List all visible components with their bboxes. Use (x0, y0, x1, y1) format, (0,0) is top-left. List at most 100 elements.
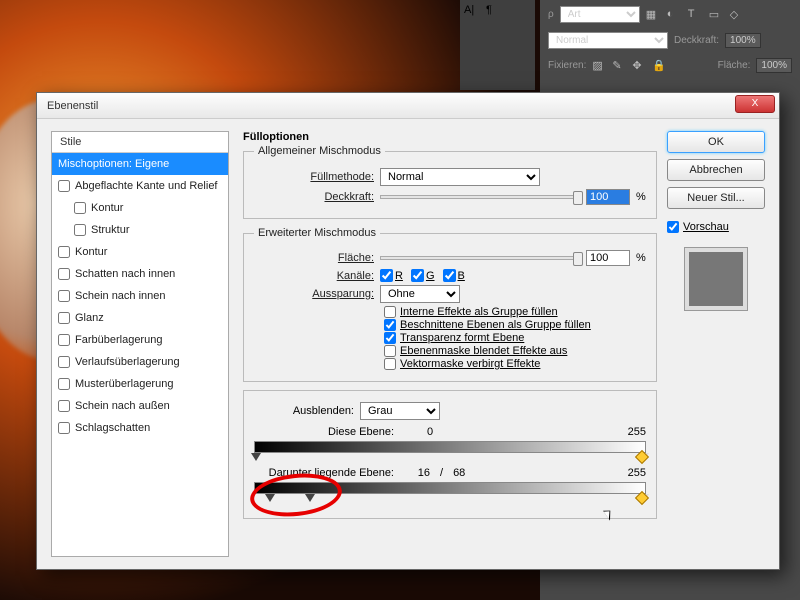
chk-layer-mask-hides[interactable]: Ebenenmaske blendet Effekte aus (384, 345, 646, 357)
chk-internal-effects[interactable]: Interne Effekte als Gruppe füllen (384, 306, 646, 318)
chk-clipped-layers[interactable]: Beschnittene Ebenen als Gruppe füllen (384, 319, 646, 331)
fill-opacity-slider[interactable] (380, 256, 580, 260)
filter-shape-icon[interactable]: ▭ (709, 8, 723, 22)
layer-style-dialog: Ebenenstil X Stile Mischoptionen: Eigene… (36, 92, 780, 570)
preview-checkbox[interactable]: Vorschau (667, 221, 765, 233)
style-checkbox[interactable] (58, 334, 70, 346)
opacity-input[interactable] (586, 189, 630, 205)
style-checkbox[interactable] (58, 400, 70, 412)
filter-smart-icon[interactable]: ◇ (730, 8, 744, 22)
cursor-icon (603, 507, 615, 520)
style-item[interactable]: Schatten nach innen (52, 263, 228, 285)
style-item[interactable]: Kontur (52, 197, 228, 219)
lock-position-icon[interactable]: ✥ (632, 59, 646, 73)
style-label: Abgeflachte Kante und Relief (75, 180, 218, 192)
close-button[interactable]: X (735, 95, 775, 113)
style-list: Stile Mischoptionen: Eigene Abgeflachte … (51, 131, 229, 557)
style-list-header[interactable]: Stile (52, 132, 228, 153)
style-item-blending-options[interactable]: Mischoptionen: Eigene (52, 153, 228, 175)
align-icon[interactable]: A| (464, 4, 484, 22)
advanced-blend-group: Erweiterter Mischmodus Fläche: % Kanäle:… (243, 227, 657, 382)
blend-mode-dropdown[interactable]: Normal (380, 168, 540, 186)
fill-options-title: Fülloptionen (243, 131, 657, 143)
lock-label: Fixieren: (548, 60, 586, 71)
channel-b[interactable]: B (443, 269, 465, 282)
style-item[interactable]: Schein nach innen (52, 285, 228, 307)
filter-adjust-icon[interactable]: ◐ (667, 8, 681, 22)
style-item[interactable]: Abgeflachte Kante und Relief (52, 175, 228, 197)
filter-pixel-icon[interactable]: ▦ (646, 8, 660, 22)
under-sep: / (436, 467, 447, 479)
pct-label: % (636, 191, 646, 203)
under-black-stop-a[interactable] (265, 494, 275, 502)
fill-opacity-input[interactable] (586, 250, 630, 266)
general-blend-group: Allgemeiner Mischmodus Füllmethode: Norm… (243, 145, 657, 219)
dialog-buttons: OK Abbrechen Neuer Stil... Vorschau (667, 119, 779, 569)
new-style-button[interactable]: Neuer Stil... (667, 187, 765, 209)
style-checkbox[interactable] (58, 290, 70, 302)
this-high: 255 (628, 426, 646, 438)
style-checkbox[interactable] (74, 202, 86, 214)
channel-r[interactable]: R (380, 269, 403, 282)
opacity-label: Deckkraft: (674, 35, 719, 46)
blend-mode-select[interactable]: Normal (548, 32, 668, 49)
options-panel: Fülloptionen Allgemeiner Mischmodus Füll… (229, 119, 667, 569)
lock-transparency-icon[interactable]: ▨ (592, 59, 606, 73)
blend-if-channel[interactable]: Grau (360, 402, 440, 420)
under-black-stop-b[interactable] (305, 494, 315, 502)
style-label: Schein nach innen (75, 290, 166, 302)
lock-all-icon[interactable]: 🔒 (652, 59, 666, 73)
style-checkbox[interactable] (58, 356, 70, 368)
style-label: Verlaufsüberlagerung (75, 356, 180, 368)
paragraph-icon[interactable]: ¶ (486, 4, 506, 22)
style-item[interactable]: Musterüberlagerung (52, 373, 228, 395)
under-low: 16 (400, 467, 430, 479)
channels-label: Kanäle: (254, 270, 374, 282)
opacity-value[interactable]: 100% (725, 33, 761, 48)
layer-filter-select[interactable]: Art (560, 6, 640, 23)
style-checkbox[interactable] (58, 246, 70, 258)
ok-button[interactable]: OK (667, 131, 765, 153)
opacity-slider-label: Deckkraft: (254, 191, 374, 203)
style-label: Schlagschatten (75, 422, 150, 434)
underlying-gradient[interactable] (254, 482, 646, 494)
style-label: Musterüberlagerung (75, 378, 173, 390)
dialog-title: Ebenenstil (47, 100, 98, 112)
style-label: Kontur (75, 246, 107, 258)
this-black-stop[interactable] (251, 453, 261, 461)
style-item[interactable]: Kontur (52, 241, 228, 263)
this-layer-gradient[interactable] (254, 441, 646, 453)
knockout-dropdown[interactable]: Ohne (380, 285, 460, 303)
lock-pixels-icon[interactable]: ✎ (612, 59, 626, 73)
chk-transparency-shapes[interactable]: Transparenz formt Ebene (384, 332, 646, 344)
style-item[interactable]: Struktur (52, 219, 228, 241)
style-item[interactable]: Glanz (52, 307, 228, 329)
style-item[interactable]: Farbüberlagerung (52, 329, 228, 351)
style-checkbox[interactable] (58, 180, 70, 192)
blend-if-group: Ausblenden: Grau Diese Ebene: 0 255 Daru… (243, 390, 657, 519)
under-mid: 68 (453, 467, 483, 479)
style-checkbox[interactable] (58, 312, 70, 324)
preview-swatch (684, 247, 748, 311)
this-low: 0 (400, 426, 460, 438)
style-checkbox[interactable] (58, 422, 70, 434)
style-item[interactable]: Schein nach außen (52, 395, 228, 417)
style-item[interactable]: Verlaufsüberlagerung (52, 351, 228, 373)
fill-opacity-label: Fläche: (254, 252, 374, 264)
style-item[interactable]: Schlagschatten (52, 417, 228, 439)
this-layer-label: Diese Ebene: (254, 426, 394, 438)
under-high: 255 (628, 467, 646, 479)
style-checkbox[interactable] (58, 268, 70, 280)
filter-type-icon[interactable]: T (688, 8, 702, 22)
chk-vector-mask-hides[interactable]: Vektormaske verbirgt Effekte (384, 358, 646, 370)
style-checkbox[interactable] (74, 224, 86, 236)
cancel-button[interactable]: Abbrechen (667, 159, 765, 181)
fill-value[interactable]: 100% (756, 58, 792, 73)
dialog-titlebar[interactable]: Ebenenstil X (37, 93, 779, 119)
advanced-blend-legend: Erweiterter Mischmodus (254, 227, 380, 239)
style-label: Schatten nach innen (75, 268, 175, 280)
style-checkbox[interactable] (58, 378, 70, 390)
opacity-slider[interactable] (380, 195, 580, 199)
channel-g[interactable]: G (411, 269, 435, 282)
fill-label: Fläche: (718, 60, 751, 71)
